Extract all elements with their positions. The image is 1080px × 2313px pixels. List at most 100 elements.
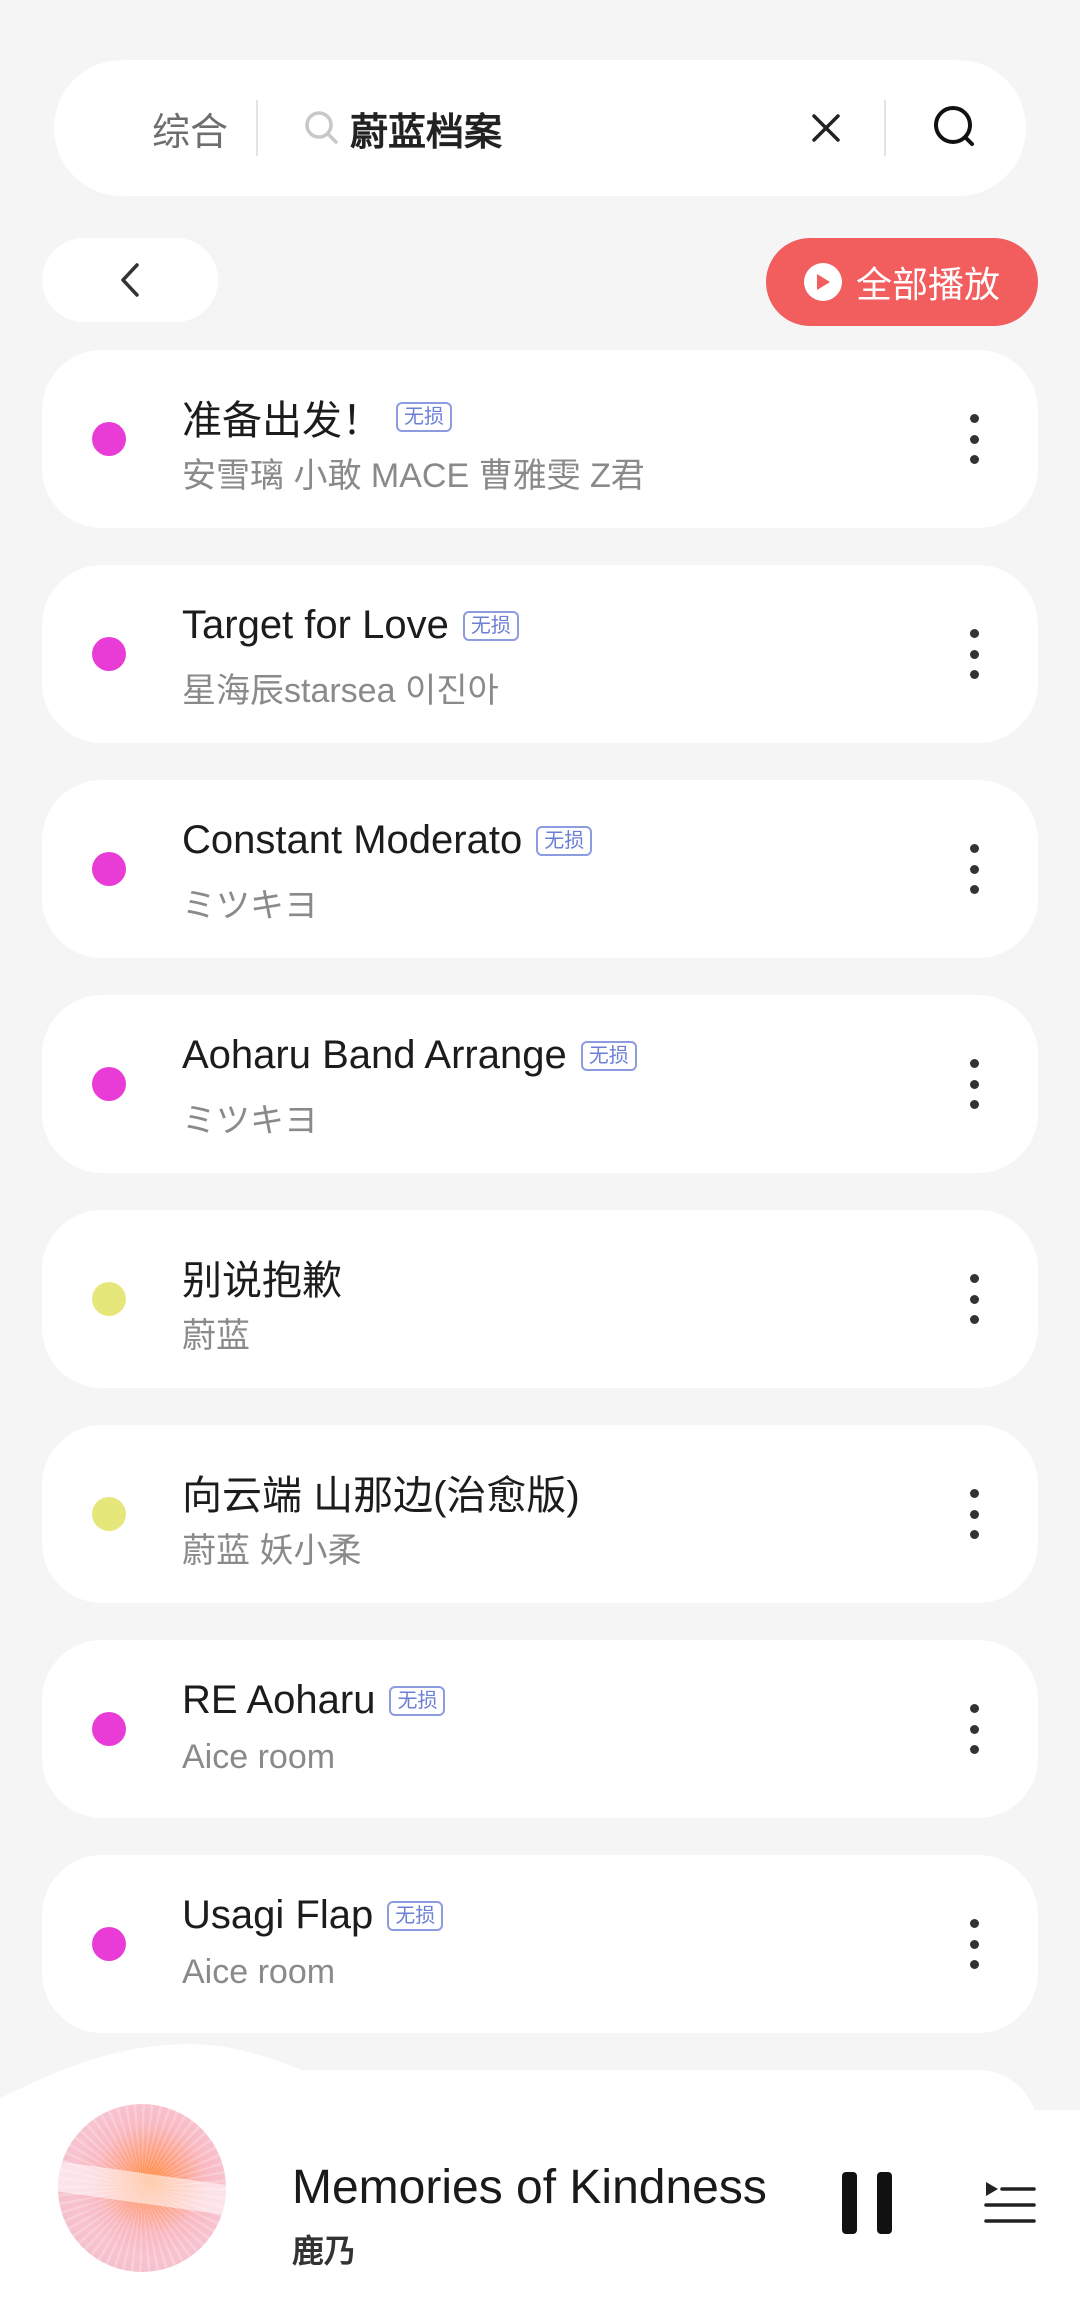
more-vertical-icon xyxy=(969,1745,979,1754)
search-input[interactable]: 蔚蓝档案 xyxy=(258,101,796,156)
song-title-row: 别说抱歉 xyxy=(182,1248,342,1306)
more-vertical-icon xyxy=(969,1509,979,1519)
song-title-row: Target for Love 无损 xyxy=(182,603,519,648)
song-artist: 蔚蓝 妖小柔 xyxy=(182,1532,362,1570)
more-vertical-icon xyxy=(969,1704,979,1713)
more-vertical-icon xyxy=(969,844,979,853)
pause-icon xyxy=(877,2172,892,2234)
album-art[interactable] xyxy=(58,2104,226,2272)
lossless-badge: 无损 xyxy=(580,1040,637,1071)
song-title: 别说抱歉 xyxy=(182,1259,342,1303)
song-artist: 星海辰starsea 이진아 xyxy=(182,672,499,710)
song-indicator-dot xyxy=(92,1067,126,1101)
chevron-left-icon xyxy=(121,263,139,297)
lossless-badge: 无损 xyxy=(536,825,593,856)
now-playing-artist: 鹿乃 xyxy=(292,2233,357,2269)
more-vertical-icon xyxy=(969,629,979,638)
more-options-button[interactable] xyxy=(964,1274,984,1324)
song-title-row: Usagi Flap 无损 xyxy=(182,1893,444,1938)
more-options-button[interactable] xyxy=(964,844,984,894)
lossless-badge: 无损 xyxy=(462,610,519,641)
lossless-badge: 无损 xyxy=(396,402,452,432)
search-icon xyxy=(934,106,974,146)
play-all-button[interactable]: 全部播放 xyxy=(766,238,1038,326)
search-type-selector[interactable]: 综合 xyxy=(98,101,228,156)
search-type-label: 综合 xyxy=(151,111,228,154)
more-options-button[interactable] xyxy=(964,1704,984,1754)
play-all-label: 全部播放 xyxy=(855,264,1000,305)
song-artist: 安雪璃 小敢 MACE 曹雅雯 Z君 xyxy=(182,457,645,495)
song-title: Usagi Flap xyxy=(182,1893,374,1937)
song-indicator-dot xyxy=(92,1497,126,1531)
song-indicator-dot xyxy=(92,1927,126,1961)
song-indicator-dot xyxy=(92,852,126,886)
close-icon xyxy=(812,114,840,142)
list-item[interactable]: 准备出发！ 无损安雪璃 小敢 MACE 曹雅雯 Z君 xyxy=(42,350,1038,528)
more-vertical-icon xyxy=(969,434,979,444)
more-vertical-icon xyxy=(969,1724,979,1734)
more-vertical-icon xyxy=(969,1059,979,1068)
song-title: RE Aoharu xyxy=(182,1678,376,1722)
more-vertical-icon xyxy=(969,670,979,679)
list-item[interactable]: Constant Moderato 无损ミツキヨ xyxy=(42,780,1038,958)
more-vertical-icon xyxy=(969,1274,979,1283)
more-vertical-icon xyxy=(969,1530,979,1539)
more-options-button[interactable] xyxy=(964,1489,984,1539)
play-circle-icon xyxy=(803,263,842,301)
song-title-row: Aoharu Band Arrange 无损 xyxy=(182,1033,637,1078)
song-artist: ミツキヨ xyxy=(182,1102,318,1140)
song-title: Target for Love xyxy=(182,603,449,647)
list-item[interactable]: 向云端 山那边(治愈版) 蔚蓝 妖小柔 xyxy=(42,1425,1038,1603)
song-title: Aoharu Band Arrange xyxy=(182,1033,567,1077)
song-indicator-dot xyxy=(92,422,126,456)
more-vertical-icon xyxy=(969,1079,979,1089)
song-title-row: 准备出发！ 无损 xyxy=(182,388,452,446)
song-artist: 蔚蓝 xyxy=(182,1317,250,1355)
song-title: 向云端 山那边(治愈版) xyxy=(182,1474,580,1518)
list-item[interactable]: Target for Love 无损星海辰starsea 이진아 xyxy=(42,565,1038,743)
more-vertical-icon xyxy=(969,455,979,464)
clear-search-button[interactable] xyxy=(796,98,856,158)
list-item[interactable]: Usagi Flap 无损 Aice room xyxy=(42,1855,1038,2033)
list-item[interactable]: RE Aoharu 无损 Aice room xyxy=(42,1640,1038,1818)
more-vertical-icon xyxy=(969,1939,979,1949)
more-vertical-icon xyxy=(969,1294,979,1304)
more-vertical-icon xyxy=(969,1489,979,1498)
lossless-badge: 无损 xyxy=(387,1900,444,1931)
search-hint-icon xyxy=(305,111,338,144)
list-item[interactable]: 别说抱歉 蔚蓝 xyxy=(42,1210,1038,1388)
search-bar: 综合 蔚蓝档案 xyxy=(54,60,1026,196)
more-options-button[interactable] xyxy=(964,1059,984,1109)
more-vertical-icon xyxy=(969,414,979,423)
divider xyxy=(884,100,886,156)
song-indicator-dot xyxy=(92,637,126,671)
more-options-button[interactable] xyxy=(964,1919,984,1969)
song-artist: ミツキヨ xyxy=(182,887,318,925)
song-artist: Aice room xyxy=(182,1738,336,1776)
pause-icon xyxy=(842,2172,857,2234)
back-button[interactable] xyxy=(42,238,218,322)
song-title-row: RE Aoharu 无损 xyxy=(182,1678,446,1723)
now-playing-bar[interactable]: Memories of Kindness 鹿乃 xyxy=(0,2040,1080,2313)
song-artist: Aice room xyxy=(182,1953,336,1991)
more-vertical-icon xyxy=(969,649,979,659)
more-vertical-icon xyxy=(969,1919,979,1928)
song-indicator-dot xyxy=(92,1712,126,1746)
more-vertical-icon xyxy=(969,1100,979,1109)
song-title-row: 向云端 山那边(治愈版) xyxy=(182,1463,580,1521)
search-query-text: 蔚蓝档案 xyxy=(350,111,503,154)
playlist-icon[interactable] xyxy=(984,2178,1036,2230)
song-indicator-dot xyxy=(92,1282,126,1316)
more-options-button[interactable] xyxy=(964,414,984,464)
pause-button[interactable] xyxy=(842,2172,892,2234)
list-item[interactable]: Aoharu Band Arrange 无损ミツキヨ xyxy=(42,995,1038,1173)
more-options-button[interactable] xyxy=(964,629,984,679)
search-button[interactable] xyxy=(926,98,986,158)
more-vertical-icon xyxy=(969,1960,979,1969)
more-vertical-icon xyxy=(969,1315,979,1324)
song-title: 准备出发！ xyxy=(182,399,382,443)
more-vertical-icon xyxy=(969,885,979,894)
song-title-row: Constant Moderato 无损 xyxy=(182,818,593,863)
more-vertical-icon xyxy=(969,864,979,874)
song-title: Constant Moderato xyxy=(182,818,523,862)
